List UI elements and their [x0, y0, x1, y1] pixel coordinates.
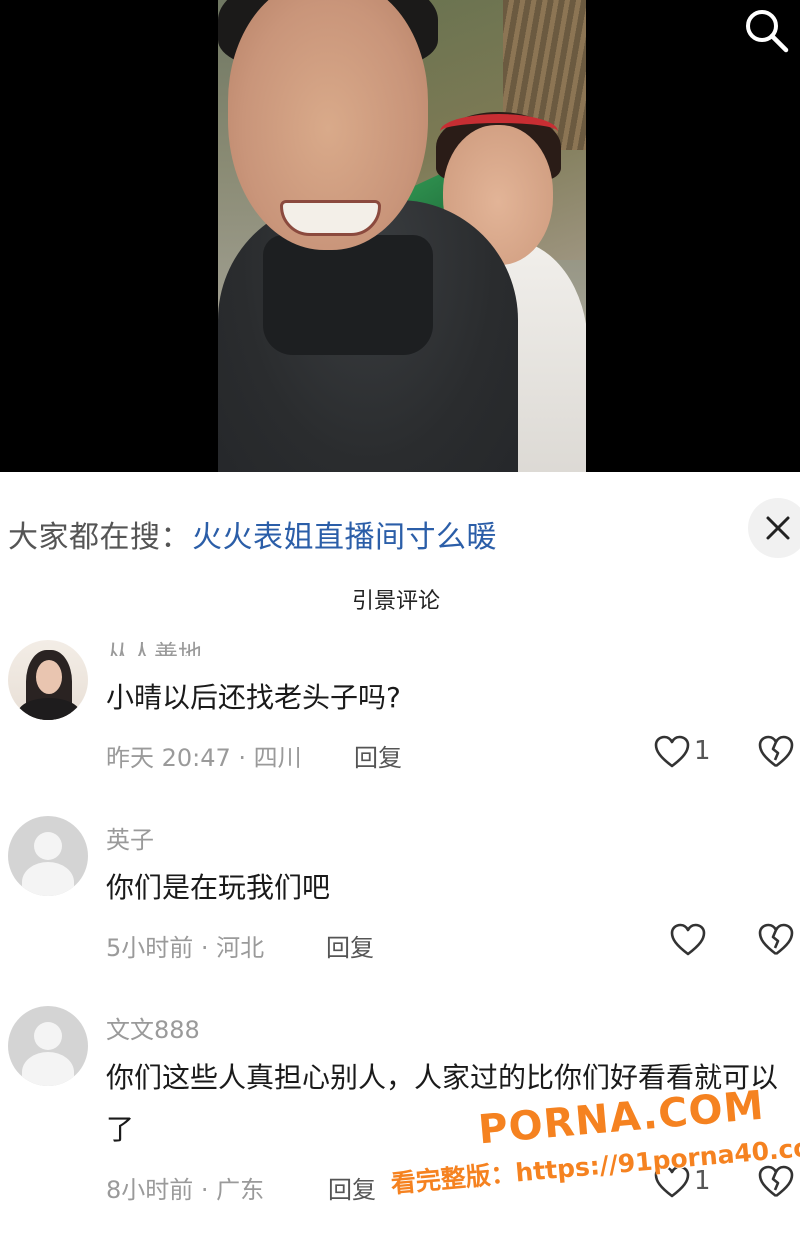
video-player[interactable] [0, 0, 800, 472]
hot-search-label: 大家都在搜： [8, 520, 191, 555]
comment-meta: 5小时前 · 河北 [106, 934, 265, 962]
comment-item: 从人善地 小晴以后还找老头子吗? 昨天 20:47 · 四川 回复 1 [0, 630, 800, 780]
hot-search-bar: 大家都在搜： 火火表姐直播间寸么暖 [0, 488, 800, 568]
dislike-button[interactable] [756, 920, 796, 960]
like-button[interactable]: 1 [652, 732, 732, 772]
avatar[interactable] [8, 1006, 88, 1086]
close-icon [766, 516, 790, 540]
comment-text: 小晴以后还找老头子吗? [106, 681, 401, 714]
comment-meta: 8小时前 · 广东 [106, 1176, 265, 1204]
search-icon[interactable] [742, 6, 792, 56]
avatar[interactable] [8, 816, 88, 896]
comment-meta: 昨天 20:47 · 四川 [106, 744, 302, 772]
comment-username[interactable]: 英子 [106, 820, 154, 855]
heart-icon [670, 923, 706, 956]
avatar[interactable] [8, 640, 88, 720]
comments-section-title: 引景评论 [352, 589, 441, 614]
video-frame-image [218, 0, 586, 472]
broken-heart-icon [758, 735, 794, 768]
heart-icon [654, 735, 690, 768]
close-button[interactable] [748, 498, 800, 558]
comment-item: 英子 你们是在玩我们吧 5小时前 · 河北 回复 [0, 810, 800, 970]
broken-heart-icon [758, 923, 794, 956]
comment-text: 你们是在玩我们吧 [106, 871, 331, 904]
comment-username[interactable]: 文文888 [106, 1010, 200, 1045]
like-button[interactable] [668, 920, 748, 960]
hot-search-link[interactable]: 火火表姐直播间寸么暖 [192, 512, 497, 556]
comment-username[interactable]: 从人善地 [106, 634, 202, 656]
dislike-button[interactable] [756, 732, 796, 772]
reply-button[interactable]: 回复 [328, 1170, 376, 1205]
reply-button[interactable]: 回复 [354, 738, 402, 773]
like-count: 1 [694, 736, 711, 766]
reply-button[interactable]: 回复 [326, 928, 374, 963]
